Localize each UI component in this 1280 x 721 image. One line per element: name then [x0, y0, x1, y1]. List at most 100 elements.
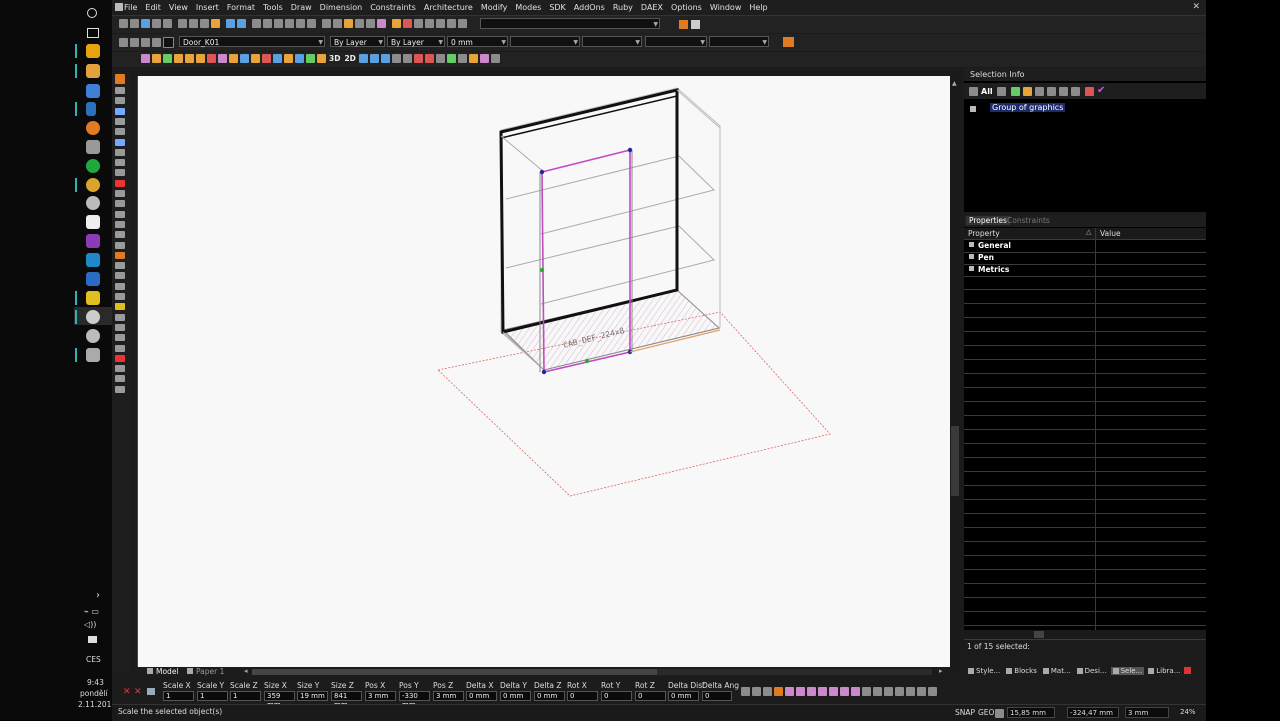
walk-icon[interactable] — [369, 54, 379, 63]
light-icon[interactable] — [402, 54, 412, 63]
polygon-tool-icon[interactable] — [115, 179, 125, 187]
dimension-tool-icon[interactable] — [115, 241, 125, 249]
intersect-icon[interactable] — [273, 54, 282, 63]
section-icon[interactable] — [295, 54, 304, 63]
nearest-snap-icon[interactable] — [884, 687, 893, 696]
lock-icon[interactable] — [152, 38, 161, 47]
circle-tool-icon[interactable] — [115, 117, 125, 125]
funnel-icon[interactable] — [997, 87, 1006, 96]
insert-tool-icon[interactable] — [115, 210, 125, 218]
color-swatch-icon[interactable] — [163, 37, 174, 48]
app-icon-7[interactable] — [86, 159, 100, 173]
app-toolbar-icon[interactable] — [679, 20, 688, 29]
menu-daex[interactable]: DAEX — [637, 0, 667, 15]
revolve-icon[interactable] — [218, 54, 227, 63]
menu-ruby[interactable]: Ruby — [609, 0, 637, 15]
param-field-size-y[interactable]: 19 mm — [297, 691, 328, 701]
endpoint-snap-icon[interactable] — [774, 687, 783, 696]
zoom-extents-icon[interactable] — [285, 19, 294, 28]
network-icon[interactable]: ⌁ ▭ — [84, 607, 99, 616]
visibility-icon[interactable] — [141, 38, 150, 47]
midpoint-snap-icon[interactable] — [785, 687, 794, 696]
app-icon-15[interactable] — [86, 310, 100, 324]
torus-icon[interactable] — [196, 54, 205, 63]
menu-insert[interactable]: Insert — [192, 0, 223, 15]
extend-tool-icon[interactable] — [115, 385, 125, 393]
tangent-snap-icon[interactable] — [873, 687, 882, 696]
transparency-dropdown[interactable]: ▼ — [582, 36, 642, 47]
task-view-icon[interactable] — [87, 28, 99, 38]
menu-architecture[interactable]: Architecture — [420, 0, 477, 15]
view-3d-button[interactable]: 3D — [329, 54, 340, 63]
ellipse-tool-icon[interactable] — [115, 128, 125, 136]
panel-close-icon[interactable] — [1184, 667, 1192, 674]
menu-window[interactable]: Window — [706, 0, 746, 15]
menu-dimension[interactable]: Dimension — [316, 0, 367, 15]
node-snap-icon[interactable] — [807, 687, 816, 696]
cone-icon[interactable] — [163, 54, 172, 63]
arc-tool-icon[interactable] — [115, 107, 125, 115]
param-field-delta-ang[interactable]: 0 — [702, 691, 732, 701]
app-icon-5[interactable] — [86, 121, 100, 135]
xref-icon[interactable] — [436, 19, 445, 28]
app-icon-14[interactable] — [86, 291, 100, 305]
revision-cloud-tool-icon[interactable] — [115, 282, 125, 290]
hide-icon[interactable] — [457, 54, 467, 63]
search-icon[interactable] — [87, 8, 97, 18]
tree-expand-icon[interactable] — [970, 106, 976, 112]
app-icon-12[interactable] — [86, 253, 100, 267]
interfere-icon[interactable] — [306, 54, 315, 63]
properties-icon[interactable] — [783, 37, 794, 47]
offset-tool-icon[interactable] — [115, 365, 125, 373]
tracking-snap-icon[interactable] — [763, 687, 772, 696]
color-dropdown[interactable]: By Layer ▼ — [330, 36, 385, 47]
print-icon[interactable] — [152, 19, 161, 28]
text-tool-icon[interactable] — [115, 159, 125, 167]
shade-icon[interactable] — [446, 54, 456, 63]
menu-file[interactable]: File — [120, 0, 141, 15]
grid-snap-snap-icon[interactable] — [928, 687, 937, 696]
chevron-up-icon[interactable]: › — [96, 590, 100, 601]
union-icon[interactable] — [251, 54, 260, 63]
expand-icon[interactable] — [969, 242, 974, 247]
app-icon-6[interactable] — [86, 140, 100, 154]
param-field-delta-x[interactable]: 0 mm — [466, 691, 497, 701]
param-field-scale-z[interactable]: 1 — [230, 691, 261, 701]
intersection-snap-icon[interactable] — [829, 687, 838, 696]
param-field-pos-y[interactable]: -330 mm — [399, 691, 430, 709]
table-icon[interactable] — [1059, 87, 1068, 96]
app-icon-17[interactable] — [86, 348, 100, 362]
table-tool-icon[interactable] — [115, 220, 125, 228]
scroll-right-icon[interactable]: ▸ — [939, 667, 943, 675]
polar-snap-icon[interactable] — [741, 687, 750, 696]
menu-sdk[interactable]: SDK — [545, 0, 569, 15]
copy-icon[interactable] — [189, 19, 198, 28]
geo-toggle[interactable]: GEO — [978, 708, 994, 717]
sort-icon[interactable]: △ — [1086, 228, 1091, 236]
block-tool-icon[interactable] — [115, 200, 125, 208]
print-style-dropdown[interactable]: ▼ — [510, 36, 580, 47]
copy-tool-tool-icon[interactable] — [115, 313, 125, 321]
redo-icon[interactable] — [237, 19, 246, 28]
param-field-delta-y[interactable]: 0 mm — [500, 691, 531, 701]
horizontal-scrollbar[interactable] — [252, 669, 932, 675]
refresh-icon[interactable] — [468, 54, 478, 63]
zoom-realtime-icon[interactable] — [252, 19, 261, 28]
loft-icon[interactable] — [240, 54, 249, 63]
cancel-icon[interactable]: ✕ — [123, 687, 131, 697]
parallel-snap-icon[interactable] — [906, 687, 915, 696]
app-toolbar-icon-2[interactable] — [691, 20, 700, 29]
polyline-tool-icon[interactable] — [115, 97, 125, 105]
onenote-icon[interactable] — [86, 234, 100, 248]
visual-style-icon[interactable] — [435, 54, 445, 63]
panel-tab-style[interactable]: Style... — [966, 667, 1002, 675]
param-field-rot-y[interactable]: 0 — [601, 691, 632, 701]
panel-tab-blocks[interactable]: Blocks — [1004, 667, 1039, 675]
boundary-tool-icon[interactable] — [115, 272, 125, 280]
measure-tool-icon[interactable] — [115, 231, 125, 239]
app-icon-9[interactable] — [86, 196, 100, 210]
fly-icon[interactable] — [380, 54, 390, 63]
sphere-icon[interactable] — [185, 54, 194, 63]
design-center-icon[interactable] — [403, 19, 412, 28]
trim-tool-icon[interactable] — [115, 375, 125, 383]
